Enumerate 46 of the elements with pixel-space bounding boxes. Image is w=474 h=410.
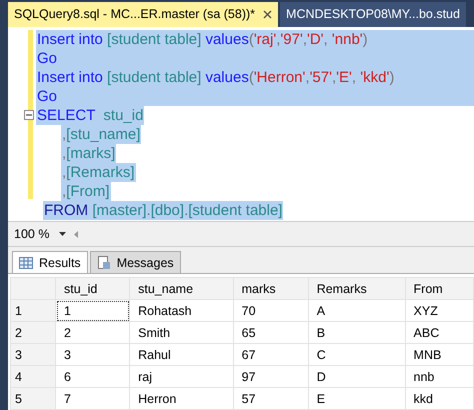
table-cell: Rahul <box>130 344 234 366</box>
close-icon[interactable] <box>263 10 272 19</box>
corner-cell <box>10 278 56 300</box>
table-cell: 6 <box>56 366 130 388</box>
column-header[interactable]: From <box>405 278 474 300</box>
collapse-icon[interactable] <box>24 110 34 120</box>
table-cell: 70 <box>233 300 308 322</box>
table-cell: raj <box>130 366 234 388</box>
table-cell: 97 <box>233 366 308 388</box>
table-cell: XYZ <box>405 300 474 322</box>
table-cell: MNB <box>405 344 474 366</box>
table-cell: kkd <box>405 388 474 410</box>
column-header[interactable]: Remarks <box>308 278 406 300</box>
table-cell: 65 <box>233 322 308 344</box>
column-header[interactable]: stu_id <box>56 278 130 300</box>
table-cell: ABC <box>405 322 474 344</box>
row-number[interactable]: 3 <box>10 344 56 366</box>
table-cell: Herron <box>130 388 234 410</box>
row-number[interactable]: 2 <box>10 322 56 344</box>
table-cell: 2 <box>56 322 130 344</box>
table-cell: B <box>308 322 406 344</box>
table-cell: Rohatash <box>130 300 234 322</box>
result-tab[interactable]: Messages <box>90 251 181 273</box>
table-cell: D <box>308 366 406 388</box>
table-cell: 67 <box>233 344 308 366</box>
table-cell: 3 <box>56 344 130 366</box>
row-number[interactable]: 1 <box>10 300 56 322</box>
document-icon <box>96 256 111 270</box>
column-header[interactable]: marks <box>233 278 308 300</box>
table-cell: C <box>308 344 406 366</box>
document-tab[interactable]: MCNDESKTOP08\MY...bo.stud <box>280 2 466 27</box>
table-cell: 1 <box>56 300 130 322</box>
dropdown-caret-icon <box>59 232 66 236</box>
table-cell: Smith <box>130 322 234 344</box>
table-cell: 7 <box>56 388 130 410</box>
row-number[interactable]: 5 <box>10 388 56 410</box>
zoom-dropdown[interactable]: 100 % <box>12 227 68 242</box>
table-cell: 57 <box>233 388 308 410</box>
table-cell: nnb <box>405 366 474 388</box>
grid-icon <box>19 256 33 268</box>
column-header[interactable]: stu_name <box>130 278 234 300</box>
row-number[interactable]: 4 <box>10 366 56 388</box>
table-cell: E <box>308 388 406 410</box>
result-tab[interactable]: Results <box>12 251 88 273</box>
table-cell: A <box>308 300 406 322</box>
document-tab[interactable]: SQLQuery8.sql - MC...ER.master (sa (58))* <box>8 2 278 27</box>
